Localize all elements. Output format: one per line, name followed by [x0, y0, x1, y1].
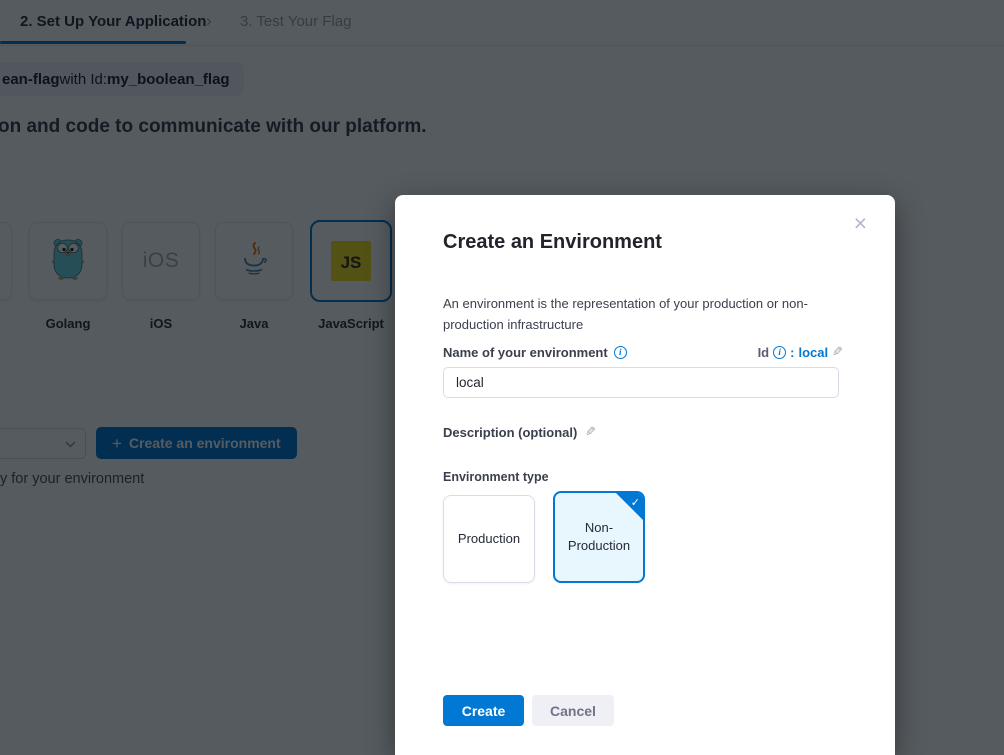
environment-type-label: Environment type [443, 470, 549, 484]
description-field-label: Description (optional) [443, 425, 577, 440]
id-label: Id [758, 345, 770, 360]
name-field-label: Name of your environment [443, 345, 608, 360]
production-card-label: Production [458, 530, 520, 548]
name-field-label-wrap: Name of your environment i [443, 345, 627, 360]
modal-title: Create an Environment [443, 231, 662, 254]
id-separator: : [790, 345, 794, 360]
create-environment-modal: × Create an Environment An environment i… [395, 195, 895, 755]
info-icon[interactable]: i [614, 346, 627, 359]
environment-id-row: Id i : local ✎ [758, 344, 843, 360]
environment-type-options: Production Non-Production ✓ [443, 491, 645, 583]
environment-type-non-production-card[interactable]: Non-Production ✓ [553, 491, 645, 583]
description-field-header: Description (optional) ✎ [443, 424, 596, 440]
edit-description-icon[interactable]: ✎ [585, 424, 596, 440]
cancel-button[interactable]: Cancel [532, 695, 614, 726]
create-button[interactable]: Create [443, 695, 524, 726]
edit-id-icon[interactable]: ✎ [832, 344, 843, 360]
modal-actions: Create Cancel [443, 695, 614, 726]
environment-name-input[interactable] [443, 367, 839, 398]
non-production-card-label: Non-Production [555, 519, 643, 555]
name-field-header: Name of your environment i Id i : local … [443, 344, 843, 360]
modal-description: An environment is the representation of … [443, 293, 835, 335]
close-icon[interactable]: × [850, 208, 871, 239]
environment-id-value: local [798, 345, 828, 360]
environment-type-production-card[interactable]: Production [443, 495, 535, 583]
info-icon[interactable]: i [773, 346, 786, 359]
check-icon: ✓ [631, 494, 640, 512]
